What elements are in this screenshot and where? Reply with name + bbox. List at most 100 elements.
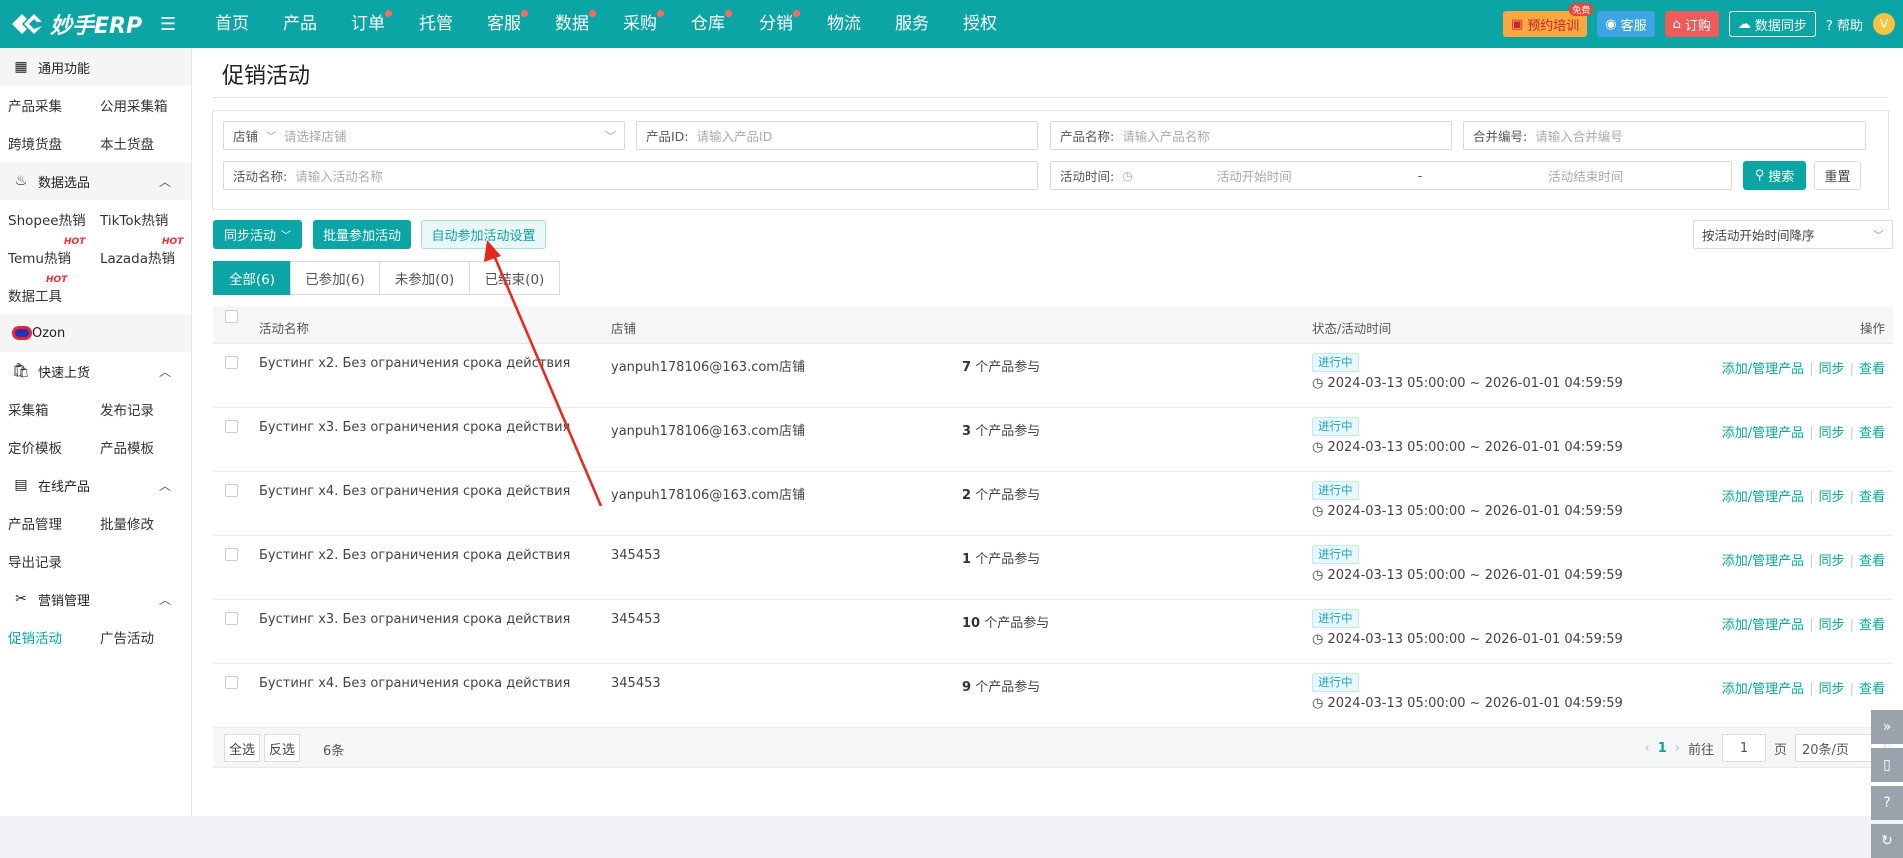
shop-select[interactable]: 店铺 ﹀ 请选择店铺 ﹀ <box>223 121 625 150</box>
sidebar-item-tiktok-hot[interactable]: TikTok热销 <box>92 209 184 229</box>
tab-joined[interactable]: 已参加(6) <box>290 261 380 295</box>
nav-home[interactable]: 首页 <box>198 0 266 48</box>
manage-products-link[interactable]: 添加/管理产品 <box>1722 554 1804 569</box>
next-page-icon[interactable]: › <box>1675 741 1680 756</box>
feedback-icon[interactable]: ? <box>1871 786 1903 820</box>
sidebar-item-publish-records[interactable]: 发布记录 <box>92 399 184 419</box>
sync-link[interactable]: 同步 <box>1819 682 1845 697</box>
row-checkbox[interactable] <box>225 420 238 433</box>
nav-warehouse[interactable]: 仓库 <box>674 0 742 48</box>
activity-name-field[interactable]: 活动名称: 请输入活动名称 <box>223 161 1038 190</box>
search-button[interactable]: ⚲ 搜索 <box>1743 161 1806 190</box>
row-checkbox[interactable] <box>225 612 238 625</box>
manage-products-link[interactable]: 添加/管理产品 <box>1722 426 1804 441</box>
menu-toggle-icon[interactable]: ☰ <box>160 14 180 35</box>
manage-products-link[interactable]: 添加/管理产品 <box>1722 682 1804 697</box>
view-link[interactable]: 查看 <box>1859 426 1885 441</box>
view-link[interactable]: 查看 <box>1859 554 1885 569</box>
customer-service-button[interactable]: ◉ 客服 <box>1597 11 1655 37</box>
row-checkbox[interactable] <box>225 356 238 369</box>
sidebar-group-online-products[interactable]: ▤ 在线产品 ︿ <box>0 466 191 504</box>
refresh-icon[interactable]: ↻ <box>1871 824 1903 858</box>
prev-page-icon[interactable]: ‹ <box>1645 741 1650 756</box>
hot-badge: HOT <box>46 275 68 285</box>
sidebar-group-marketing[interactable]: ✂ 营销管理 ︿ <box>0 580 191 618</box>
sync-link[interactable]: 同步 <box>1819 426 1845 441</box>
subscribe-button[interactable]: ⌂ 订购 <box>1664 11 1719 37</box>
sidebar-item-export-records[interactable]: 导出记录 <box>0 551 92 571</box>
sidebar-item-crossborder-goods[interactable]: 跨境货盘 <box>0 133 92 153</box>
nav-distribution[interactable]: 分销 <box>742 0 810 48</box>
mobile-icon[interactable]: ▯ <box>1871 748 1903 782</box>
nav-authorize[interactable]: 授权 <box>946 0 1014 48</box>
batch-join-button[interactable]: 批量参加活动 <box>313 220 411 249</box>
clock-icon: ◷ <box>1122 168 1133 183</box>
view-link[interactable]: 查看 <box>1859 682 1885 697</box>
nav-services[interactable]: 服务 <box>878 0 946 48</box>
range-dash: - <box>1417 168 1423 183</box>
sidebar-item-collect-box[interactable]: 采集箱 <box>0 399 92 419</box>
sidebar-group-quick-listing[interactable]: 🛍 快速上货 ︿ <box>0 352 191 390</box>
sidebar-item-product-template[interactable]: 产品模板 <box>92 437 184 457</box>
product-name-field[interactable]: 产品名称: 请输入产品名称 <box>1050 121 1452 150</box>
row-checkbox[interactable] <box>225 676 238 689</box>
manage-products-link[interactable]: 添加/管理产品 <box>1722 362 1804 377</box>
nav-product[interactable]: 产品 <box>266 0 334 48</box>
sidebar-group-common[interactable]: ▦ 通用功能 <box>0 48 191 86</box>
sync-activities-button[interactable]: 同步活动 ﹀ <box>213 220 302 249</box>
activity-name-placeholder: 请输入活动名称 <box>295 169 383 184</box>
sidebar-item-ad-campaigns[interactable]: 广告活动 <box>92 627 184 647</box>
sidebar-item-data-tools[interactable]: 数据工具 HOT <box>0 275 92 305</box>
current-page[interactable]: 1 <box>1658 741 1667 756</box>
sidebar-item-temu-hot[interactable]: Temu热销 HOT <box>0 237 92 267</box>
sync-link[interactable]: 同步 <box>1819 490 1845 505</box>
sidebar-group-ozon[interactable]: Ozon <box>0 314 191 352</box>
sidebar-item-promotions[interactable]: 促销活动 <box>0 627 92 647</box>
reset-button[interactable]: 重置 <box>1814 161 1861 190</box>
sort-select[interactable]: 按活动开始时间降序 ﹀ <box>1693 220 1893 249</box>
sidebar-item-product-collect[interactable]: 产品采集 <box>0 95 92 115</box>
nav-logistics[interactable]: 物流 <box>810 0 878 48</box>
select-all-checkbox[interactable] <box>225 310 238 323</box>
nav-purchase[interactable]: 采购 <box>606 0 674 48</box>
help-link[interactable]: ? 帮助 <box>1826 15 1863 34</box>
sync-link[interactable]: 同步 <box>1819 362 1845 377</box>
nav-order[interactable]: 订单 <box>334 0 402 48</box>
nav-service[interactable]: 客服 <box>470 0 538 48</box>
manage-products-link[interactable]: 添加/管理产品 <box>1722 618 1804 633</box>
view-link[interactable]: 查看 <box>1859 618 1885 633</box>
data-sync-button[interactable]: ☁ 数据同步 <box>1728 11 1816 37</box>
auto-join-settings-button[interactable]: 自动参加活动设置 <box>421 220 546 249</box>
row-checkbox[interactable] <box>225 484 238 497</box>
manage-products-link[interactable]: 添加/管理产品 <box>1722 490 1804 505</box>
tab-all[interactable]: 全部(6) <box>213 261 291 295</box>
sidebar-item-product-manage[interactable]: 产品管理 <box>0 513 92 533</box>
sidebar-item-shopee-hot[interactable]: Shopee热销 <box>0 209 92 229</box>
sidebar-group-data-selection[interactable]: ♨ 数据选品 ︿ <box>0 162 191 200</box>
view-link[interactable]: 查看 <box>1859 490 1885 505</box>
sidebar-item-lazada-hot[interactable]: Lazada热销 HOT <box>92 237 184 267</box>
status-cell: 进行中 ◷ 2024-03-13 05:00:00 ~ 2026-01-01 0… <box>1312 545 1623 583</box>
sync-link[interactable]: 同步 <box>1819 554 1845 569</box>
tab-ended[interactable]: 已结束(0) <box>469 261 560 295</box>
nav-hosting[interactable]: 托管 <box>402 0 470 48</box>
double-chevron-right-icon[interactable]: » <box>1871 710 1903 744</box>
activity-time-range[interactable]: 活动时间: ◷ 活动开始时间 - 活动结束时间 <box>1050 161 1732 190</box>
training-button[interactable]: ▣ 预约培训 免费 <box>1502 3 1594 37</box>
invert-selection-button[interactable]: 反选 <box>264 734 300 762</box>
sidebar-item-batch-edit[interactable]: 批量修改 <box>92 513 184 533</box>
tab-not-joined[interactable]: 未参加(0) <box>379 261 470 295</box>
view-link[interactable]: 查看 <box>1859 362 1885 377</box>
row-checkbox[interactable] <box>225 548 238 561</box>
sync-link[interactable]: 同步 <box>1819 618 1845 633</box>
sidebar-item-public-collect-box[interactable]: 公用采集箱 <box>92 95 184 115</box>
sidebar-item-pricing-template[interactable]: 定价模板 <box>0 437 92 457</box>
goto-page-input[interactable]: 1 <box>1721 734 1766 762</box>
product-id-field[interactable]: 产品ID: 请输入产品ID <box>636 121 1038 150</box>
avatar[interactable]: V <box>1873 13 1895 35</box>
select-all-button[interactable]: 全选 <box>224 734 260 762</box>
brand-logo[interactable]: 妙手ERP <box>0 8 160 40</box>
merge-number-field[interactable]: 合并编号: 请输入合并编号 <box>1463 121 1866 150</box>
sidebar-item-local-goods[interactable]: 本土货盘 <box>92 133 184 153</box>
nav-data[interactable]: 数据 <box>538 0 606 48</box>
